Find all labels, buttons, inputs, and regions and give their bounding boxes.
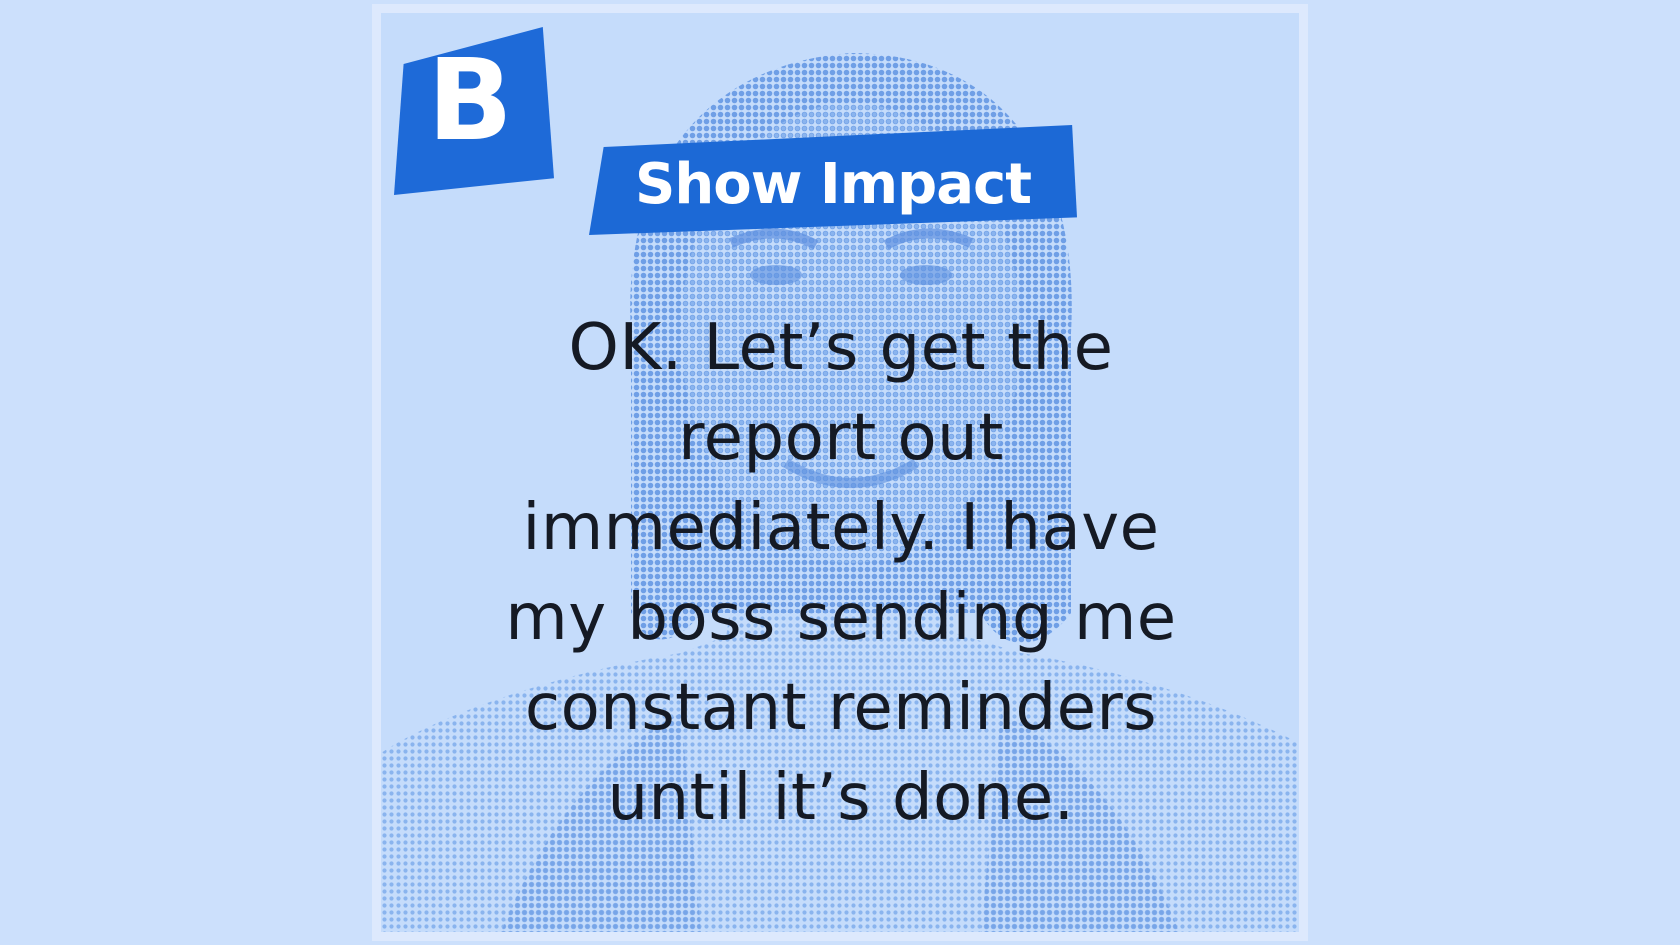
section-tag-label: Show Impact	[635, 152, 1032, 217]
quote-text: OK. Let’s get the report out immediately…	[441, 303, 1241, 843]
quote-card: B Show Impact OK. Let’s get the report o…	[372, 4, 1308, 941]
quote-line: my boss sending me	[505, 581, 1177, 655]
quote-line: until it’s done.	[607, 761, 1075, 835]
quote-line: report out	[678, 401, 1004, 475]
quote-line: immediately. I have	[522, 491, 1160, 565]
quote-line: OK. Let’s get the	[568, 311, 1114, 385]
quote-line: constant reminders	[524, 671, 1158, 745]
brand-logo-letter: B	[427, 36, 513, 166]
